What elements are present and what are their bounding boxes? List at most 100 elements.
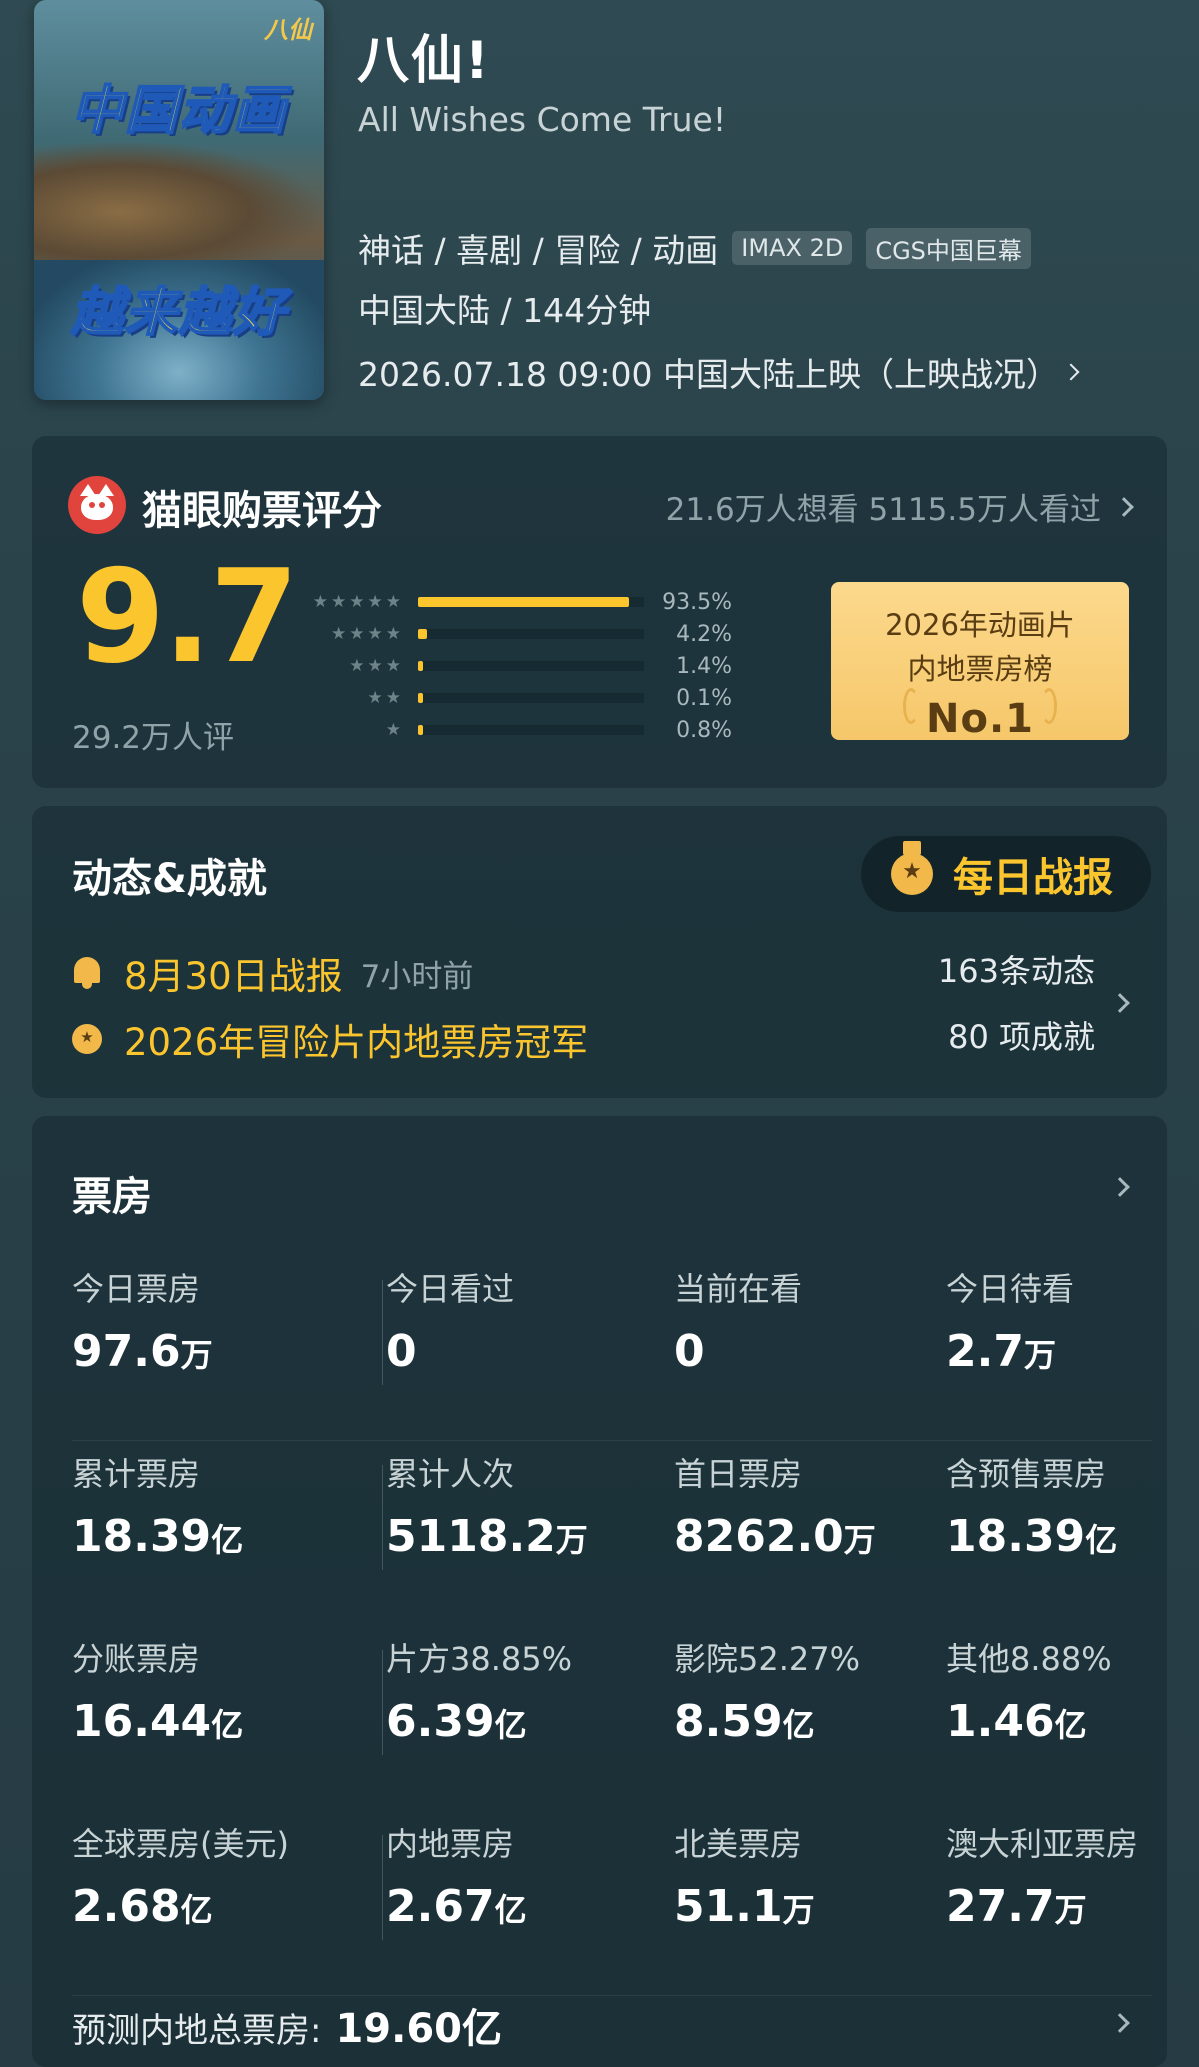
report-time: 7小时前 bbox=[360, 958, 474, 995]
stat-value: 16.44亿 bbox=[72, 1696, 352, 1747]
distribution-row: ★★★★ 4.2% bbox=[302, 618, 782, 650]
rating-title: 猫眼购票评分 bbox=[142, 488, 382, 534]
distribution-percent: 1.4% bbox=[676, 653, 732, 679]
medal-icon: ★ bbox=[891, 841, 933, 895]
stat-unit: 亿 bbox=[1085, 1521, 1118, 1559]
dynamics-counts: 163条动态 80 项成就 bbox=[938, 946, 1095, 1078]
stat-label: 其他8.88% bbox=[946, 1640, 1112, 1678]
distribution-percent: 4.2% bbox=[676, 621, 732, 647]
chevron-right-icon bbox=[1062, 363, 1080, 381]
stat-number: 2.68 bbox=[72, 1881, 181, 1932]
box-office-row: 累计票房 18.39亿 累计人次 5118.2万 首日票房 8262.0万 含预… bbox=[72, 1441, 1152, 1626]
stat-number: 97.6 bbox=[72, 1326, 181, 1377]
star-icon: ★★★★★ bbox=[312, 592, 404, 612]
stat-unit: 万 bbox=[1023, 1336, 1056, 1374]
ranking-line2: 内地票房榜 bbox=[907, 652, 1053, 686]
distribution-row: ★★ 0.1% bbox=[302, 682, 782, 714]
column-divider bbox=[382, 1280, 383, 1385]
genre-row: 神话 / 喜剧 / 冒险 / 动画 IMAX 2D CGS中国巨幕 bbox=[358, 224, 1031, 272]
movie-meta: 中国大陆 / 144分钟 bbox=[358, 291, 652, 330]
stat-number: 8.59 bbox=[674, 1696, 783, 1747]
stat-unit: 亿 bbox=[211, 1706, 244, 1744]
stat-cell: 累计人次 5118.2万 bbox=[352, 1441, 624, 1626]
stat-label: 累计人次 bbox=[386, 1455, 515, 1493]
stat-value: 51.1万 bbox=[674, 1881, 896, 1932]
stat-number: 2.67 bbox=[386, 1881, 495, 1932]
distribution-bar-fill bbox=[418, 597, 630, 607]
stat-label: 当前在看 bbox=[674, 1270, 803, 1308]
box-office-grid: 今日票房 97.6万 今日看过 0 当前在看 0 今日待看 2.7万 累计票房 … bbox=[72, 1256, 1152, 1996]
stat-cell: 当前在看 0 bbox=[624, 1256, 896, 1441]
rating-distribution: ★★★★★ 93.5% ★★★★ 4.2% ★★★ 1.4% ★★ 0.1% ★… bbox=[302, 586, 782, 746]
stat-label: 影院52.27% bbox=[674, 1640, 861, 1678]
achievement-count: 80 项成就 bbox=[948, 1018, 1095, 1056]
stat-number: 6.39 bbox=[386, 1696, 495, 1747]
daily-report-button[interactable]: ★ 每日战报 bbox=[861, 836, 1151, 912]
box-office-title: 票房 bbox=[72, 1174, 152, 1220]
stat-cell: 全球票房(美元) 2.68亿 bbox=[72, 1811, 352, 1996]
stat-label: 澳大利亚票房 bbox=[946, 1825, 1139, 1863]
stat-value: 1.46亿 bbox=[946, 1696, 1152, 1747]
release-info[interactable]: 2026.07.18 09:00 中国大陆上映（上映战况） bbox=[358, 348, 1080, 396]
stat-cell: 北美票房 51.1万 bbox=[624, 1811, 896, 1996]
stat-value: 97.6万 bbox=[72, 1326, 352, 1377]
forecast-label: 预测内地总票房: bbox=[72, 2011, 322, 2051]
stat-cell: 其他8.88% 1.46亿 bbox=[896, 1626, 1152, 1811]
column-divider bbox=[382, 1465, 383, 1570]
achievement-title: 2026年冒险片内地票房冠军 bbox=[124, 1021, 589, 1064]
stat-value: 8262.0万 bbox=[674, 1511, 896, 1562]
chevron-right-icon bbox=[1114, 496, 1134, 517]
stat-label: 今日待看 bbox=[946, 1270, 1075, 1308]
stat-cell: 今日看过 0 bbox=[352, 1256, 624, 1441]
stat-label: 今日票房 bbox=[72, 1270, 201, 1308]
stat-unit: 亿 bbox=[494, 1891, 527, 1929]
daily-report-label: 每日战报 bbox=[953, 855, 1113, 901]
chevron-right-icon[interactable] bbox=[1110, 1177, 1130, 1197]
stat-cell: 累计票房 18.39亿 bbox=[72, 1441, 352, 1626]
distribution-bar-fill bbox=[418, 661, 423, 671]
chevron-right-icon bbox=[1110, 993, 1130, 1013]
stat-cell: 片方38.85% 6.39亿 bbox=[352, 1626, 624, 1811]
stat-unit: 万 bbox=[843, 1521, 876, 1559]
star-icon: ★★ bbox=[367, 688, 404, 708]
latest-report[interactable]: 8月30日战报 7小时前 bbox=[72, 946, 473, 1000]
forecast-row[interactable]: 预测内地总票房: 19.60亿 bbox=[72, 1996, 502, 2054]
stat-number: 18.39 bbox=[72, 1511, 212, 1562]
laurel-left-icon bbox=[903, 688, 919, 724]
dynamics-card[interactable]: 动态&成就 ★ 每日战报 8月30日战报 7小时前 ★ 2026年冒险片内地票房… bbox=[32, 806, 1167, 1098]
rating-score: 9.7 bbox=[76, 543, 299, 692]
movie-poster[interactable]: 八仙 中国动画 越来越好 bbox=[34, 0, 324, 400]
stat-number: 5118.2 bbox=[386, 1511, 556, 1562]
stat-label: 北美票房 bbox=[674, 1825, 803, 1863]
stat-unit: 万 bbox=[180, 1336, 213, 1374]
poster-slogan-line1: 中国动画 bbox=[70, 80, 287, 142]
bell-icon bbox=[72, 957, 102, 989]
stat-cell: 内地票房 2.67亿 bbox=[352, 1811, 624, 1996]
distribution-bar bbox=[418, 629, 644, 639]
star-icon: ★★★★ bbox=[331, 624, 404, 644]
medal-icon: ★ bbox=[72, 1024, 102, 1054]
poster-slogan-line2: 越来越好 bbox=[70, 282, 287, 344]
rating-stats[interactable]: 21.6万人想看 5115.5万人看过 bbox=[665, 484, 1134, 529]
distribution-percent: 93.5% bbox=[662, 589, 732, 615]
laurel-right-icon bbox=[1041, 688, 1057, 724]
stat-label: 全球票房(美元) bbox=[72, 1825, 289, 1863]
chevron-right-icon[interactable] bbox=[1110, 2013, 1130, 2033]
ranking-badge[interactable]: 2026年动画片 内地票房榜 No.1 bbox=[831, 582, 1129, 742]
stat-unit: 亿 bbox=[211, 1521, 244, 1559]
stat-unit: 万 bbox=[1054, 1891, 1087, 1929]
movie-header: 八仙 中国动画 越来越好 八仙! All Wishes Come True! 神… bbox=[0, 0, 1199, 410]
achievement-item[interactable]: ★ 2026年冒险片内地票房冠军 bbox=[72, 1012, 588, 1066]
stat-value: 0 bbox=[386, 1326, 624, 1377]
want-watched-stats: 21.6万人想看 5115.5万人看过 bbox=[665, 492, 1101, 528]
report-title: 8月30日战报 bbox=[124, 955, 343, 998]
distribution-row: ★★★ 1.4% bbox=[302, 650, 782, 682]
movie-english-title: All Wishes Come True! bbox=[358, 100, 727, 139]
stat-cell: 首日票房 8262.0万 bbox=[624, 1441, 896, 1626]
stat-cell: 分账票房 16.44亿 bbox=[72, 1626, 352, 1811]
ranking-number: No.1 bbox=[926, 696, 1034, 742]
stat-value: 5118.2万 bbox=[386, 1511, 624, 1562]
distribution-bar bbox=[418, 693, 644, 703]
stat-value: 2.7万 bbox=[946, 1326, 1152, 1377]
forecast-value: 19.60亿 bbox=[335, 2006, 502, 2052]
